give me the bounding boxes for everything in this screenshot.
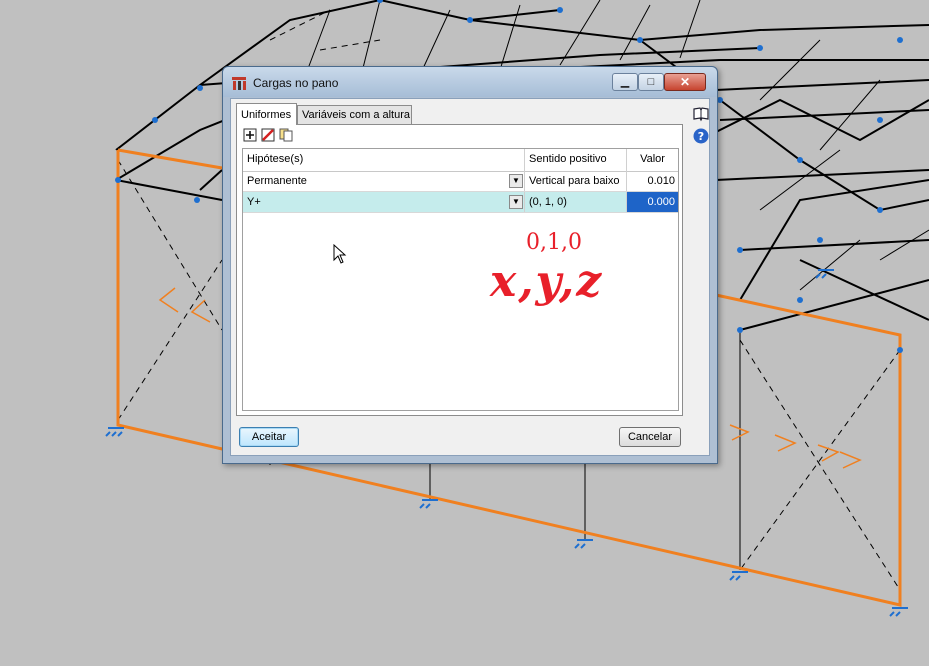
annotation-axes: x,y,z [490, 256, 604, 307]
svg-text:?: ? [698, 130, 704, 143]
table-row-selected[interactable]: Y+ ▼ (0, 1, 0) 0.000 [243, 192, 678, 213]
cancel-button[interactable]: Cancelar [619, 427, 681, 447]
maximize-icon: □ [647, 76, 655, 88]
minimize-icon: ▁ [620, 76, 630, 88]
dialog-title: Cargas no pano [253, 76, 339, 90]
delete-row-icon[interactable] [261, 128, 275, 142]
loads-dialog: Cargas no pano ▁ □ ✕ ? Uniformes Variáve… [222, 66, 718, 464]
help-icon[interactable]: ? [692, 127, 710, 145]
loads-table: Hipótese(s) Sentido positivo Valor Perma… [242, 148, 679, 411]
close-icon: ✕ [679, 75, 691, 89]
close-button[interactable]: ✕ [664, 73, 706, 91]
dropdown-arrow-icon[interactable]: ▼ [509, 174, 523, 188]
direction-cell[interactable]: (0, 1, 0) [525, 192, 627, 212]
accept-button[interactable]: Aceitar [239, 427, 299, 447]
table-row[interactable]: Permanente ▼ Vertical para baixo 0.010 [243, 171, 678, 192]
header-sentido[interactable]: Sentido positivo [525, 149, 627, 171]
hypothesis-cell[interactable]: Y+ [243, 192, 525, 212]
tab-variaveis-altura[interactable]: Variáveis com a altura [297, 105, 412, 125]
annotation-values: 0,1,0 [526, 230, 582, 255]
add-row-icon[interactable] [243, 128, 257, 142]
value-cell-editing[interactable]: 0.000 [627, 192, 678, 212]
dropdown-arrow-icon[interactable]: ▼ [509, 195, 523, 209]
copy-icon[interactable] [279, 128, 293, 142]
title-bar[interactable]: Cargas no pano ▁ □ ✕ [223, 67, 717, 97]
mouse-pointer-icon [333, 244, 347, 264]
table-header: Hipótese(s) Sentido positivo Valor [243, 149, 678, 172]
value-cell[interactable]: 0.010 [627, 171, 678, 191]
tab-uniformes[interactable]: Uniformes [236, 103, 297, 125]
maximize-button[interactable]: □ [638, 73, 664, 91]
direction-cell[interactable]: Vertical para baixo [525, 171, 627, 191]
app-logo-icon [232, 77, 246, 90]
minimize-button[interactable]: ▁ [612, 73, 638, 91]
book-icon[interactable] [692, 105, 710, 123]
header-valor[interactable]: Valor [627, 149, 678, 171]
hypothesis-cell[interactable]: Permanente [243, 171, 525, 191]
header-hipoteses[interactable]: Hipótese(s) [243, 149, 525, 171]
dialog-body: ? Uniformes Variáveis com a altura Hipót… [230, 98, 710, 456]
uniform-loads-panel: Hipótese(s) Sentido positivo Valor Perma… [236, 124, 683, 416]
